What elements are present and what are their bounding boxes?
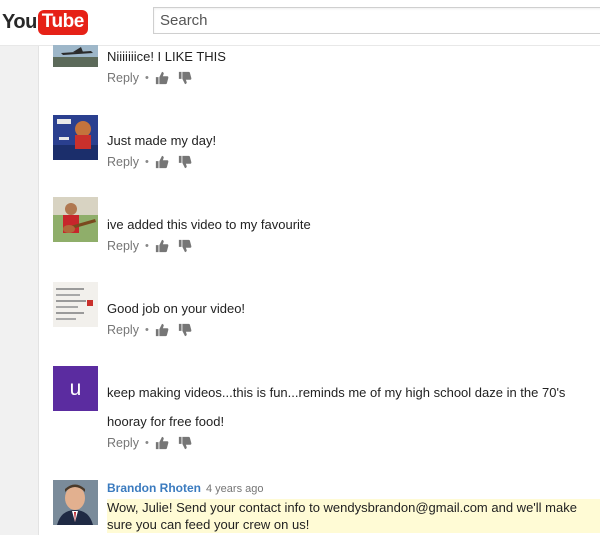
thumbs-down-icon[interactable] xyxy=(178,436,192,450)
search-box[interactable] xyxy=(153,7,600,34)
comment-time[interactable]: 4 years ago xyxy=(206,483,263,495)
separator-dot: • xyxy=(144,156,149,168)
thumbs-up-icon[interactable] xyxy=(155,436,169,450)
comment-actions: Reply • xyxy=(107,155,600,169)
avatar[interactable]: u xyxy=(53,366,98,411)
comment-actions: Reply • xyxy=(107,323,600,337)
comment-text: Good job on your video! xyxy=(107,301,246,316)
avatar[interactable] xyxy=(53,282,98,327)
airplane-photo-icon xyxy=(53,45,98,67)
comment-actions: Reply • xyxy=(107,239,600,253)
guitarist-photo-icon xyxy=(53,197,98,242)
cartoon-photo-icon xyxy=(53,115,98,160)
logo-tube-text: Tube xyxy=(37,9,88,35)
separator-dot: • xyxy=(144,324,149,336)
comment-actions: Reply • xyxy=(107,436,600,450)
separator-dot: • xyxy=(144,240,149,252)
top-bar: You Tube xyxy=(0,0,600,46)
document-photo-icon xyxy=(53,282,98,327)
comment-text: Niiiiiiice! I LIKE THIS xyxy=(107,49,226,64)
thumbs-up-icon[interactable] xyxy=(155,323,169,337)
search-input[interactable] xyxy=(154,8,600,33)
comment-text: Just made my day! xyxy=(107,133,217,148)
reply-button[interactable]: Reply xyxy=(107,436,139,450)
reply-button[interactable]: Reply xyxy=(107,239,139,253)
comment-text: Wow, Julie! Send your contact info to we… xyxy=(107,499,600,533)
thumbs-down-icon[interactable] xyxy=(178,155,192,169)
avatar[interactable] xyxy=(53,45,98,67)
comment-text: ive added this video to my favourite xyxy=(107,217,311,232)
avatar-letter: u xyxy=(69,376,82,400)
left-rail xyxy=(0,46,39,535)
reply-button[interactable]: Reply xyxy=(107,71,139,85)
youtube-logo[interactable]: You Tube xyxy=(2,9,88,35)
comment-text: keep making videos...this is fun...remin… xyxy=(107,385,566,400)
comment-text-line2: hooray for free food! xyxy=(107,414,225,429)
comment-actions: Reply • xyxy=(107,71,600,85)
author-name[interactable]: Brandon Rhoten xyxy=(107,481,201,495)
reply-button[interactable]: Reply xyxy=(107,323,139,337)
man-portrait-icon xyxy=(53,480,98,525)
avatar[interactable] xyxy=(53,197,98,242)
thumbs-down-icon[interactable] xyxy=(178,239,192,253)
logo-you-text: You xyxy=(2,10,37,33)
thumbs-up-icon[interactable] xyxy=(155,71,169,85)
thumbs-up-icon[interactable] xyxy=(155,239,169,253)
avatar[interactable] xyxy=(53,115,98,160)
reply-button[interactable]: Reply xyxy=(107,155,139,169)
thumbs-down-icon[interactable] xyxy=(178,323,192,337)
avatar[interactable] xyxy=(53,480,98,525)
separator-dot: • xyxy=(144,437,149,449)
thumbs-up-icon[interactable] xyxy=(155,155,169,169)
separator-dot: • xyxy=(144,72,149,84)
author-line: Brandon Rhoten 4 years ago xyxy=(107,481,600,495)
thumbs-down-icon[interactable] xyxy=(178,71,192,85)
